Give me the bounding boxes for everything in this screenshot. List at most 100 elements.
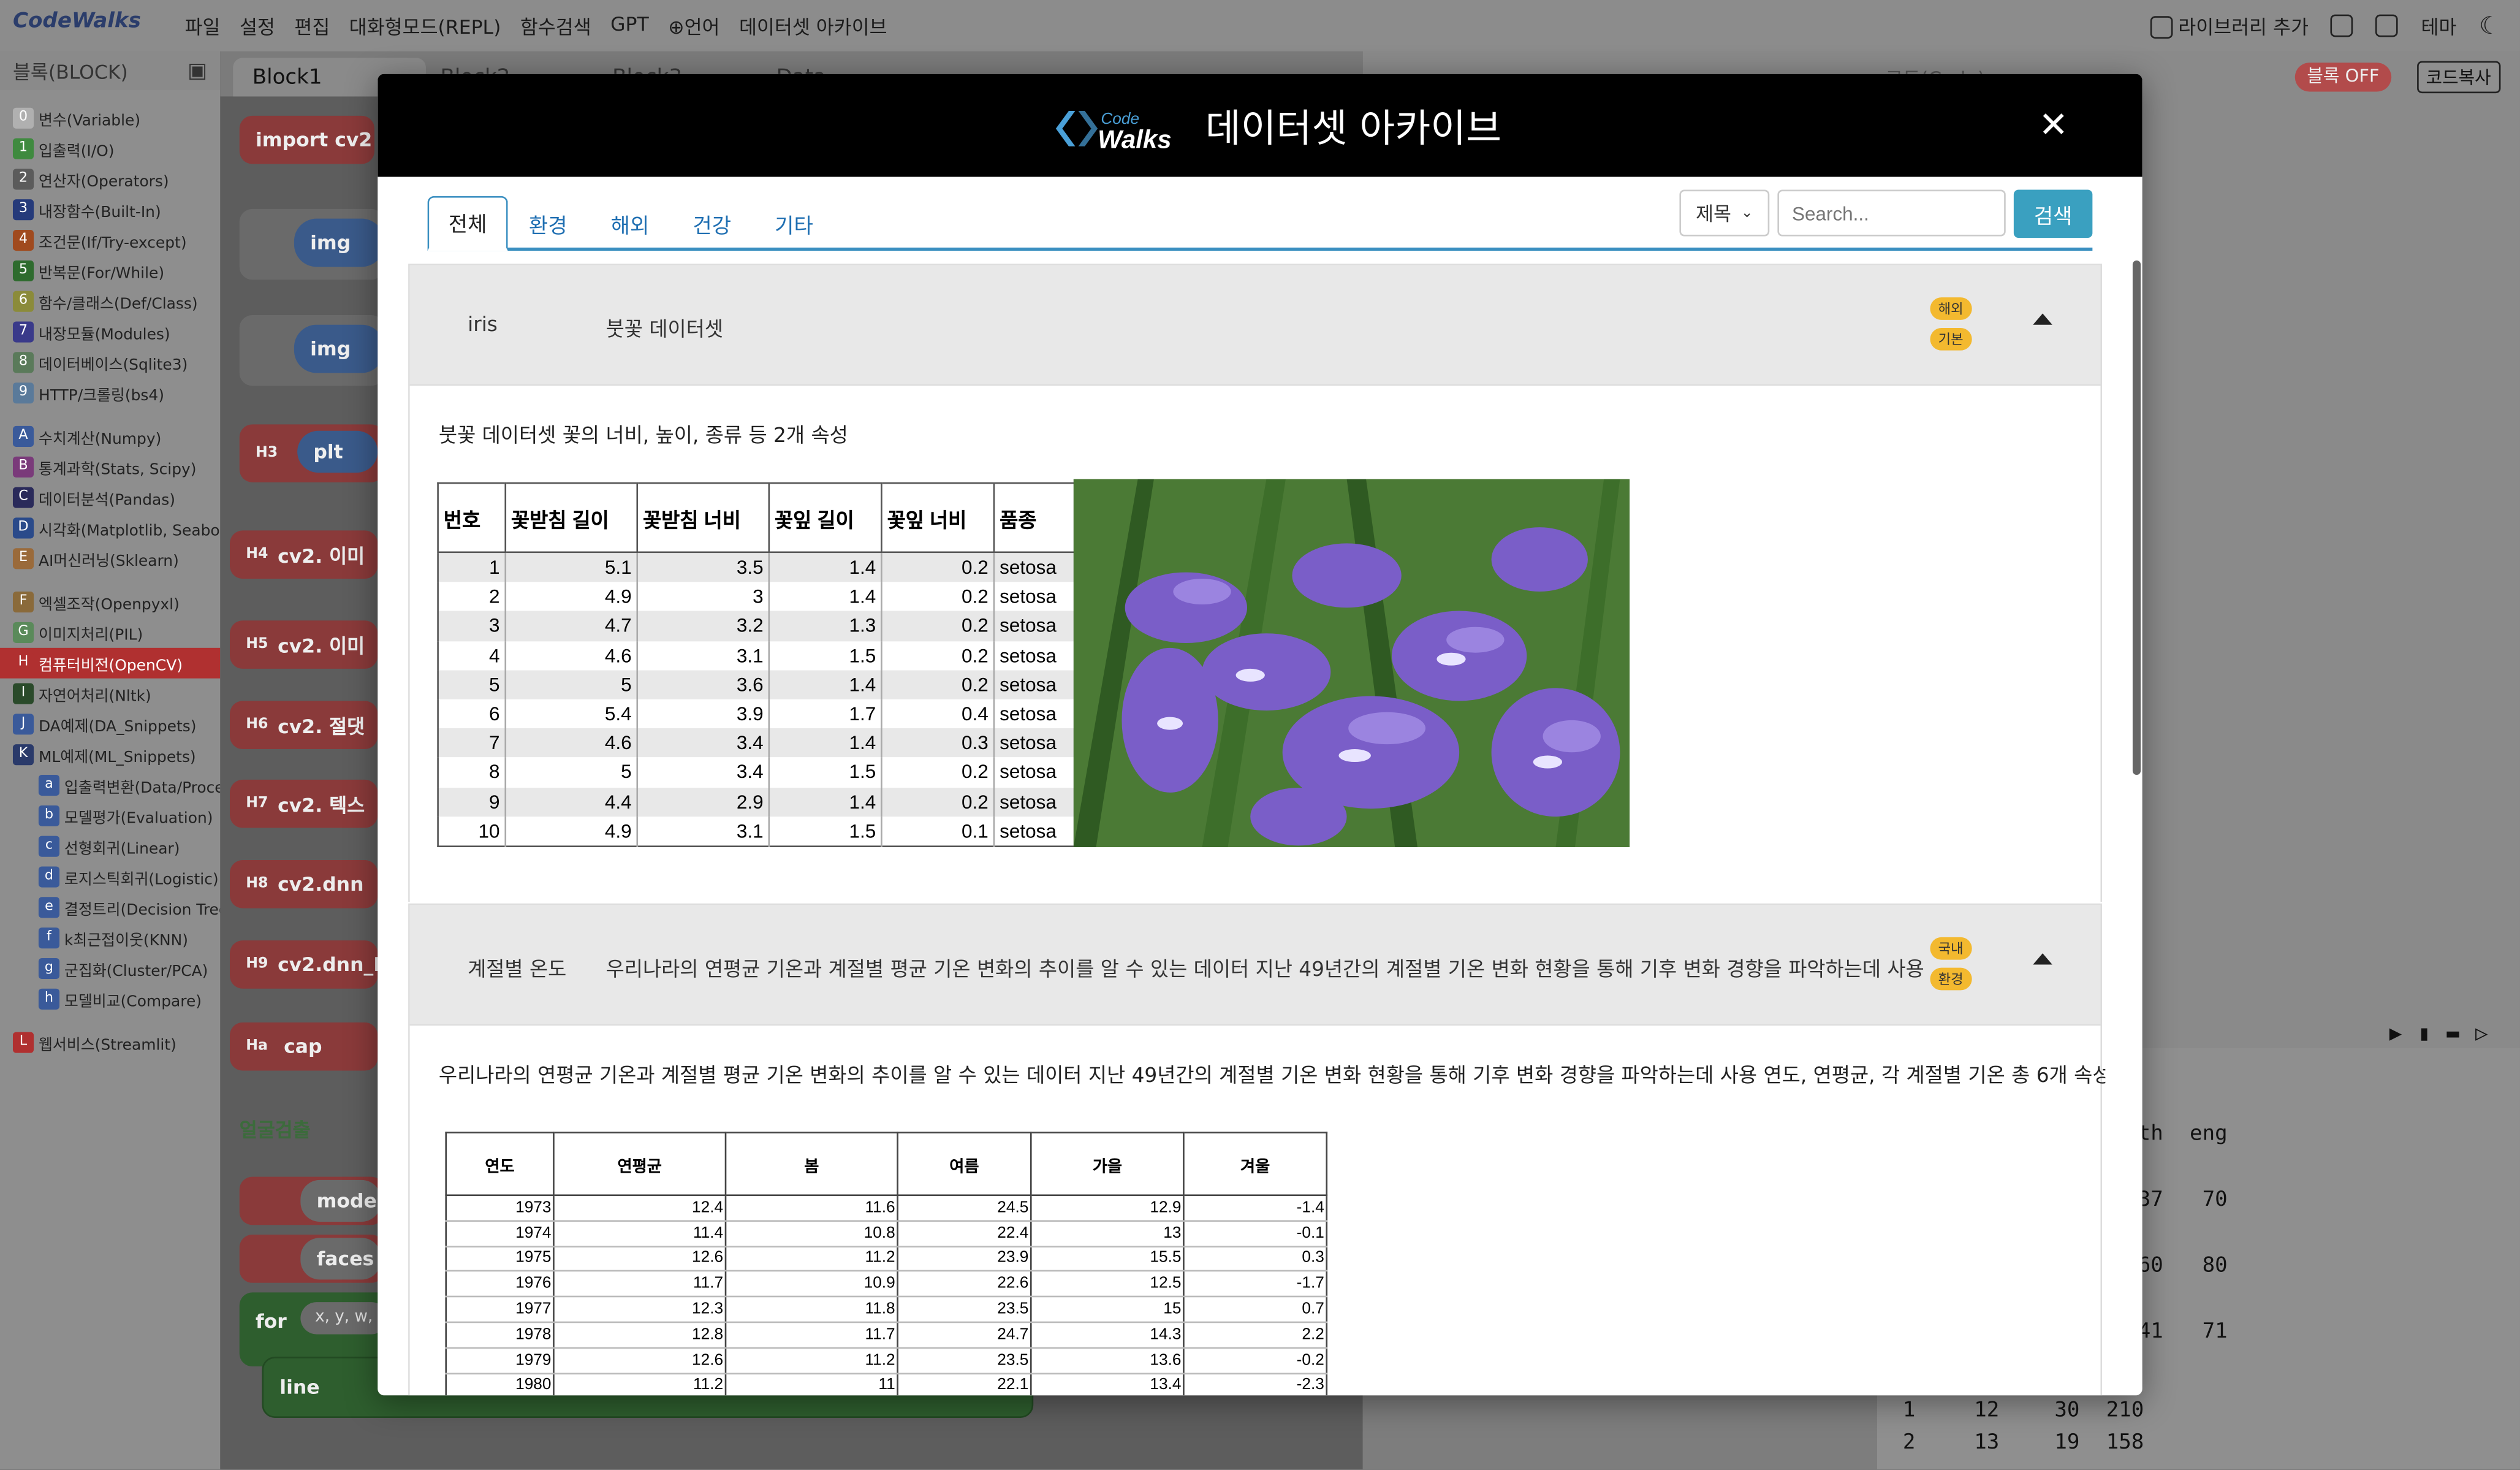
menu-function-search[interactable]: 함수검색 [520, 13, 591, 40]
sidebar-item[interactable]: 5 반복문(For/While) [0, 256, 220, 286]
sidebar-item[interactable]: 0 변수(Variable) [0, 103, 220, 134]
sidebar-item[interactable]: A 수치계산(Numpy) [0, 421, 220, 452]
table-row: 4 4.6 3.1 1.5 0.2 setosa [438, 641, 1106, 670]
close-icon[interactable]: ✕ [2039, 106, 2068, 147]
sidebar-item[interactable]: I 자연어처리(Nltk) [0, 679, 220, 709]
column-header[interactable]: 꽃받침 너비 [637, 483, 770, 554]
column-header[interactable]: 연평균 [553, 1132, 727, 1197]
sidebar-item-label: HTTP/크롤링(bs4) [38, 386, 164, 405]
block-var-faces[interactable]: faces [300, 1238, 381, 1280]
sidebar-item[interactable]: e 결정트리(Decision Tree) [0, 892, 220, 923]
sidebar-item[interactable]: 7 내장모듈(Modules) [0, 317, 220, 348]
menu-file[interactable]: 파일 [185, 13, 221, 40]
sidebar-item[interactable]: 4 조건문(If/Try-except) [0, 225, 220, 256]
sidebar-item[interactable]: a입출력변환(Data/Process) [0, 770, 220, 801]
block-cv2-3[interactable]: H6 cv2. 절댓 [230, 701, 378, 750]
sidebar-item[interactable]: h 모델비교(Compare) [0, 984, 220, 1015]
dataset-header[interactable]: iris 붓꽃 데이터셋 해외 기본 [409, 265, 2101, 386]
sidebar-item[interactable]: E AI머신러닝(Sklearn) [0, 543, 220, 574]
trash-icon[interactable]: ▬ [2446, 1023, 2459, 1046]
theme-label[interactable]: 테마 [2421, 12, 2457, 40]
block-cv2-dnn[interactable]: H8 cv2.dnn [230, 859, 378, 908]
search-button[interactable]: 검색 [2013, 189, 2093, 238]
layout-left-icon[interactable] [2331, 14, 2354, 37]
column-header[interactable]: 꽃잎 너비 [881, 483, 995, 554]
copy-code-button[interactable]: 코드복사 [2416, 61, 2501, 94]
menu-gpt[interactable]: GPT [610, 13, 649, 40]
block-var-model[interactable]: model [300, 1179, 384, 1222]
category-badge: F [12, 592, 34, 613]
sidebar-item[interactable]: L 웹서비스(Streamlit) [0, 1027, 220, 1058]
tab-overseas[interactable]: 해외 [598, 196, 662, 251]
table-cell: 23.5 [897, 1347, 1032, 1374]
block-var-plt[interactable]: plt [297, 430, 378, 473]
collapse-caret-icon[interactable] [2033, 313, 2052, 325]
column-header[interactable]: 번호 [438, 483, 507, 554]
column-header[interactable]: 겨울 [1183, 1132, 1328, 1197]
block-off-toggle[interactable]: 블록 OFF [2294, 63, 2392, 92]
new-folder-icon[interactable]: ▣ [188, 59, 207, 83]
block-cv2-1[interactable]: H4 cv2. 이미 [230, 530, 378, 579]
block-import[interactable]: import cv2 [239, 115, 375, 164]
sidebar-item[interactable]: D시각화(Matplotlib, Seaborn) [0, 513, 220, 544]
sidebar-item[interactable]: G 이미지처리(PIL) [0, 617, 220, 648]
tab-all[interactable]: 전체 [427, 196, 508, 251]
sidebar-item[interactable]: g 군집화(Cluster/PCA) [0, 953, 220, 984]
menu-dataset-archive[interactable]: 데이터셋 아카이브 [739, 13, 887, 40]
block-var-img[interactable]: img [294, 218, 384, 267]
sidebar-item[interactable]: H 컴퓨터비전(OpenCV) [0, 647, 221, 679]
block-var-img-2[interactable]: img [294, 324, 384, 373]
sidebar-item[interactable]: 8 데이터베이스(Sqlite3) [0, 347, 220, 378]
menu-repl[interactable]: 대화형모드(REPL) [349, 13, 501, 40]
column-header[interactable]: 꽃잎 길이 [769, 483, 882, 554]
table-cell: -0.2 [1183, 1347, 1328, 1374]
block-cap[interactable]: Ha cap [230, 1022, 378, 1071]
dataset-header[interactable]: 계절별 온도 우리나라의 연평균 기온과 계절별 평균 기온 변화의 추이를 알… [409, 905, 2101, 1026]
tab-health[interactable]: 건강 [680, 196, 744, 251]
table-cell: 3.4 [637, 728, 770, 758]
add-library-button[interactable]: 라이브러리 추가 [2149, 12, 2309, 40]
table-cell: 1.4 [769, 728, 882, 758]
for-vars[interactable]: x, y, w, [300, 1302, 387, 1335]
menu-language[interactable]: ⊕언어 [668, 13, 719, 40]
search-field-select[interactable]: 제목 ⌄ [1679, 189, 1770, 237]
column-header[interactable]: 꽃받침 길이 [505, 483, 639, 554]
sidebar-item[interactable]: C 데이터분석(Pandas) [0, 482, 220, 513]
sidebar-item[interactable]: f k최근접이웃(KNN) [0, 923, 220, 953]
block-cv2-4[interactable]: H7 cv2. 텍스 [230, 779, 378, 828]
menu-settings[interactable]: 설정 [240, 13, 275, 40]
play-icon[interactable]: ▶ [2389, 1023, 2402, 1046]
sidebar-item[interactable]: J DA예제(DA_Snippets) [0, 709, 220, 739]
column-header[interactable]: 연도 [445, 1132, 555, 1197]
layout-split-icon[interactable] [2376, 14, 2399, 37]
column-header[interactable]: 봄 [724, 1132, 898, 1197]
moon-icon[interactable]: ☾ [2479, 11, 2500, 40]
tab-environment[interactable]: 환경 [516, 196, 580, 251]
sidebar-item[interactable]: 2 연산자(Operators) [0, 164, 220, 194]
sidebar-item[interactable]: B 통계과학(Stats, Scipy) [0, 452, 220, 482]
chart-icon[interactable]: ▮ [2418, 1023, 2431, 1046]
sidebar-item[interactable]: F 엑셀조작(Openpyxl) [0, 587, 220, 617]
sidebar-item[interactable]: b 모델평가(Evaluation) [0, 801, 220, 831]
modal-scrollbar[interactable] [2132, 260, 2141, 775]
search-input[interactable] [1777, 189, 2006, 237]
table-cell: 4.9 [505, 582, 639, 612]
column-header[interactable]: 여름 [897, 1132, 1032, 1197]
sidebar-item[interactable]: 6 함수/클래스(Def/Class) [0, 286, 220, 317]
sidebar-item[interactable]: 9 HTTP/크롤링(bs4) [0, 378, 220, 408]
table-cell: 1 [438, 552, 507, 582]
sidebar-item[interactable]: K ML예제(ML_Snippets) [0, 739, 220, 770]
sidebar-item[interactable]: c 선형회귀(Linear) [0, 831, 220, 862]
app-logo[interactable]: CodeWalks [13, 10, 141, 34]
block-cv2-2[interactable]: H5 cv2. 이미 [230, 620, 378, 669]
sidebar-item[interactable]: d 로지스틱회귀(Logistic) [0, 862, 220, 893]
menu-edit[interactable]: 편집 [294, 13, 330, 40]
tab-etc[interactable]: 기타 [762, 196, 826, 251]
collapse-caret-icon[interactable] [2033, 953, 2052, 965]
video-icon[interactable]: ▷ [2475, 1023, 2488, 1046]
column-header[interactable]: 가을 [1030, 1132, 1185, 1197]
sidebar-item[interactable]: 1 입출력(I/O) [0, 134, 220, 164]
sidebar-item[interactable]: 3 내장함수(Built-In) [0, 194, 220, 225]
category-badge: A [12, 425, 34, 447]
block-cv2-dnn-n[interactable]: H9 cv2.dnn_N [230, 940, 390, 989]
